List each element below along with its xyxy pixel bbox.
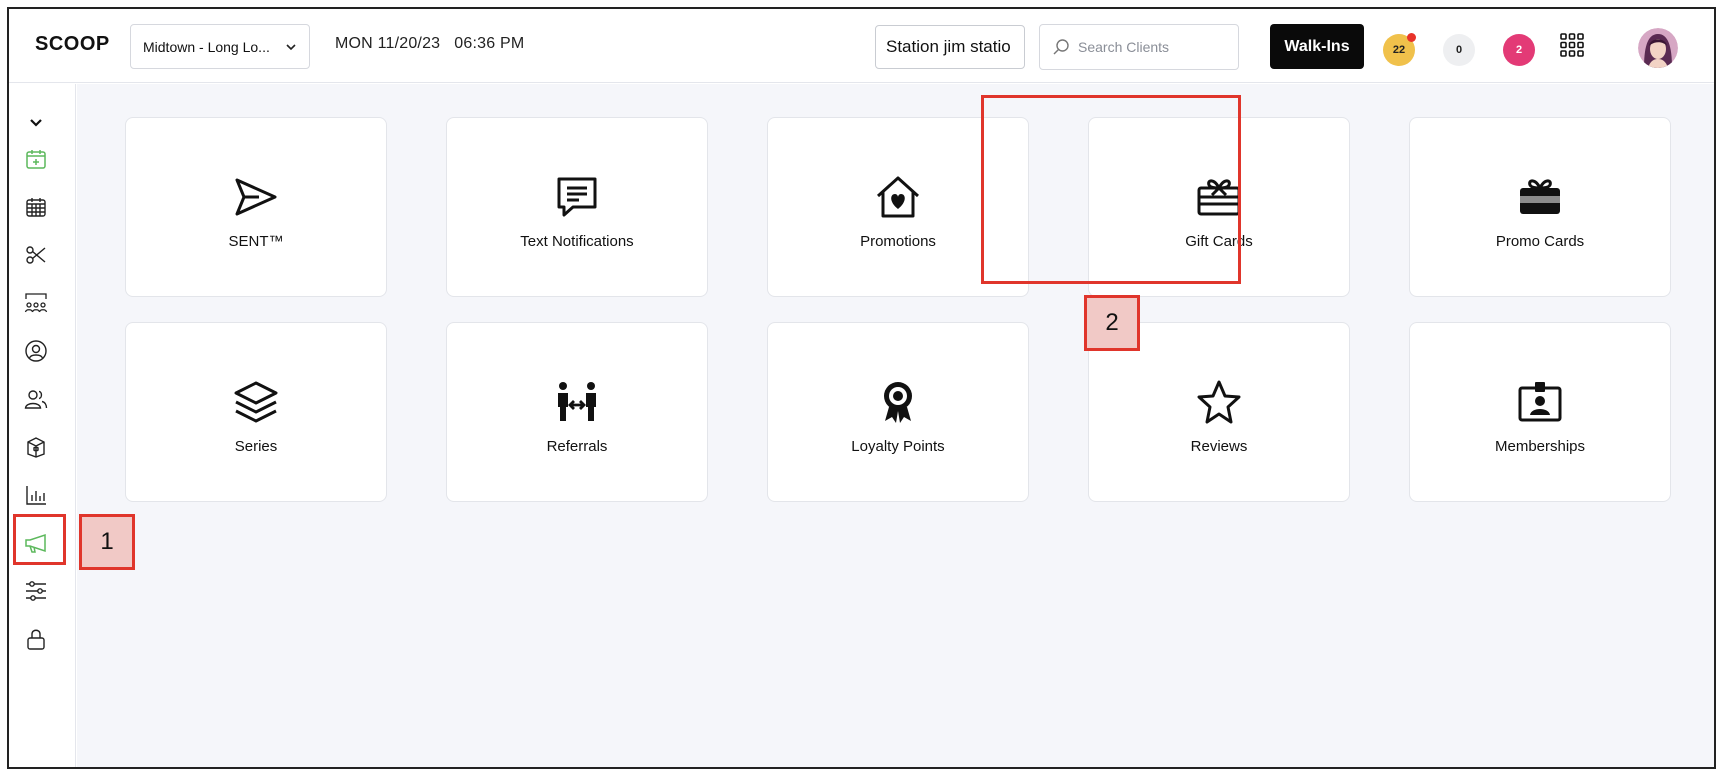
sidebar-item-services[interactable] [24, 243, 48, 267]
marketing-page: SENT™ Text Notifications Promotions Gift… [77, 84, 1714, 767]
card-label: Referrals [546, 438, 608, 455]
search-box[interactable] [1039, 24, 1239, 70]
annotation-marker-2: 2 [1084, 295, 1140, 351]
user-circle-icon [25, 340, 47, 362]
alert-dot [1407, 33, 1416, 42]
box-icon [27, 437, 45, 458]
card-sent[interactable]: SENT™ [125, 117, 387, 297]
user-avatar[interactable] [1638, 28, 1678, 68]
walk-ins-button[interactable]: Walk-Ins [1270, 24, 1364, 69]
sidebar-item-lock[interactable] [24, 627, 48, 651]
sidebar-item-clients[interactable] [24, 387, 48, 411]
id-badge-icon [1518, 382, 1562, 422]
notification-badge-yellow[interactable]: 22 [1383, 33, 1416, 66]
sidebar-collapse-toggle[interactable] [24, 110, 48, 134]
users-icon [24, 390, 48, 409]
sidebar-item-reports[interactable] [24, 483, 48, 507]
sidebar-item-calendar[interactable] [24, 195, 48, 219]
sliders-icon [26, 581, 46, 601]
sidebar-item-settings[interactable] [24, 579, 48, 603]
location-select-value: Midtown - Long Lo... [143, 38, 270, 55]
notification-badge-gray[interactable]: 0 [1443, 34, 1475, 66]
card-series[interactable]: Series [125, 322, 387, 502]
card-text-notifications[interactable]: Text Notifications [446, 117, 708, 297]
current-time: 06:36 PM [454, 35, 525, 52]
award-icon [884, 382, 912, 423]
send-icon [235, 178, 277, 216]
annotation-highlight-2 [981, 95, 1241, 284]
card-memberships[interactable]: Memberships [1409, 322, 1671, 502]
avatar-image [1638, 28, 1678, 68]
current-datetime: MON 11/20/23 06:36 PM [335, 35, 524, 53]
annotation-marker-1: 1 [79, 514, 135, 570]
card-label: Text Notifications [520, 233, 634, 250]
team-icon [24, 293, 48, 313]
message-icon [557, 177, 597, 217]
card-label: Promo Cards [1495, 233, 1585, 250]
card-loyalty-points[interactable]: Loyalty Points [767, 322, 1029, 502]
current-date: MON 11/20/23 [335, 35, 441, 52]
badge-count: 0 [1455, 44, 1463, 56]
lock-icon [27, 629, 45, 650]
chevron-down-icon [30, 119, 42, 127]
card-label: Series [234, 438, 278, 455]
search-input[interactable] [1078, 39, 1228, 55]
chevron-down-icon [286, 43, 296, 50]
calendar-plus-icon [26, 150, 46, 169]
card-label: SENT™ [228, 233, 284, 250]
card-referrals[interactable]: Referrals [446, 322, 708, 502]
notification-badge-pink[interactable]: 2 [1503, 34, 1535, 66]
card-label: Memberships [1494, 438, 1586, 455]
promo-card-icon [1520, 179, 1560, 214]
card-promo-cards[interactable]: Promo Cards [1409, 117, 1671, 297]
app-grid-icon[interactable] [1559, 32, 1585, 58]
sidebar-item-new-appointment[interactable] [24, 147, 48, 171]
house-heart-icon [876, 176, 920, 218]
annotation-highlight-1 [13, 514, 66, 565]
sidebar [9, 84, 76, 767]
layers-icon [234, 381, 278, 423]
bar-chart-icon [26, 486, 46, 505]
star-icon [1197, 380, 1241, 424]
sidebar-item-staff[interactable] [24, 291, 48, 315]
sidebar-item-profile[interactable] [24, 339, 48, 363]
card-label: Loyalty Points [851, 438, 945, 455]
card-label: Reviews [1190, 438, 1248, 455]
station-field[interactable]: Station jim statio [875, 25, 1025, 69]
app-window: SCOOP Midtown - Long Lo... MON 11/20/23 0… [7, 7, 1716, 769]
badge-count: 2 [1515, 44, 1523, 56]
badge-count: 22 [1392, 44, 1406, 56]
scissors-icon [26, 246, 46, 264]
location-select[interactable]: Midtown - Long Lo... [130, 24, 310, 69]
app-logo[interactable]: SCOOP [35, 33, 110, 56]
sidebar-item-products[interactable] [24, 435, 48, 459]
top-bar: SCOOP Midtown - Long Lo... MON 11/20/23 0… [9, 9, 1714, 83]
calendar-grid-icon [26, 198, 46, 217]
referrals-icon [558, 382, 596, 421]
search-icon [1053, 39, 1069, 55]
